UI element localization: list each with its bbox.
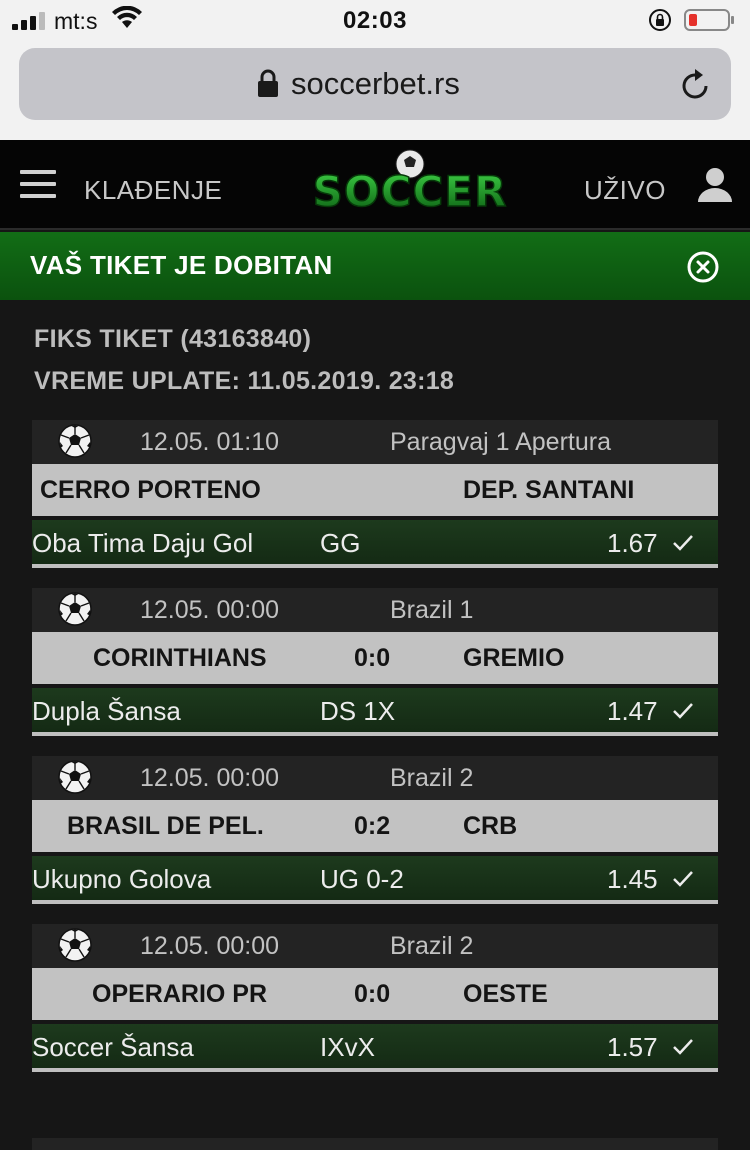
home-team: CERRO PORTENO — [40, 476, 261, 504]
match-score: 0:0 — [354, 644, 391, 672]
match-score: 0:2 — [354, 812, 391, 840]
match-teams: BRASIL DE PEL. 0:2 CRB — [32, 800, 718, 852]
match-teams: CORINTHIANS 0:0 GREMIO — [32, 632, 718, 684]
match-teams: OPERARIO PR 0:0 OESTE — [32, 968, 718, 1020]
hamburger-icon[interactable] — [20, 170, 56, 198]
soccer-ball-icon — [56, 758, 94, 796]
home-team: CORINTHIANS — [93, 644, 267, 672]
battery-low-icon — [684, 9, 734, 31]
soccer-ball-icon — [56, 926, 94, 964]
away-team: CRB — [463, 812, 518, 840]
soccer-logo[interactable]: SOCCER — [302, 148, 518, 220]
match-item: 12.05. 00:00 Brazil 2 OPERARIO PR 0:0 OE… — [32, 924, 718, 1076]
match-league: Brazil 2 — [390, 764, 474, 792]
nav-betting-link[interactable]: KLAĐENJE — [84, 175, 222, 206]
away-team: OESTE — [463, 980, 548, 1008]
match-header: 12.05. 00:00 Brazil 2 — [32, 756, 718, 800]
next-section-edge — [32, 1138, 718, 1150]
banner-title: VAŠ TIKET JE DOBITAN — [30, 250, 333, 280]
url-text[interactable]: soccerbet.rs — [291, 66, 460, 102]
match-score: 0:0 — [354, 980, 391, 1008]
bet-row: Dupla Šansa DS 1X 1.47 — [32, 688, 718, 736]
home-team: BRASIL DE PEL. — [67, 812, 264, 840]
bet-name: Dupla Šansa — [32, 696, 181, 726]
nav-live-link[interactable]: UŽIVO — [584, 175, 666, 206]
match-league: Brazil 1 — [390, 596, 474, 624]
clock: 02:03 — [343, 7, 407, 34]
away-team: GREMIO — [463, 644, 565, 672]
address-bar[interactable]: soccerbet.rs — [19, 48, 731, 120]
lock-icon — [258, 69, 278, 97]
match-item: 12.05. 00:00 Brazil 2 BRASIL DE PEL. 0:2… — [32, 756, 718, 908]
match-teams: CERRO PORTENO DEP. SANTANI — [32, 464, 718, 516]
bet-odd: 1.67 — [607, 528, 658, 558]
bet-code: UG 0-2 — [320, 864, 404, 894]
bet-name: Soccer Šansa — [32, 1032, 194, 1062]
svg-text:SOCCER: SOCCER — [313, 167, 508, 216]
match-datetime: 12.05. 00:00 — [140, 764, 280, 792]
soccer-ball-icon — [56, 422, 94, 460]
bet-code: DS 1X — [320, 696, 396, 726]
match-header: 12.05. 00:00 Brazil 2 — [32, 924, 718, 968]
bet-name: Ukupno Golova — [32, 864, 212, 894]
away-team: DEP. SANTANI — [463, 476, 635, 504]
bet-odd: 1.47 — [607, 696, 658, 726]
match-header: 12.05. 00:00 Brazil 1 — [32, 588, 718, 632]
check-icon — [673, 871, 693, 887]
match-datetime: 12.05. 00:00 — [140, 932, 280, 960]
orientation-lock-icon — [649, 9, 671, 31]
check-icon — [673, 703, 693, 719]
ticket-title: FIKS TIKET (43163840) — [34, 325, 312, 353]
bet-row: Oba Tima Daju Gol GG 1.67 — [32, 520, 718, 568]
bet-code: IXvX — [320, 1032, 375, 1062]
match-datetime: 12.05. 01:10 — [140, 428, 280, 456]
bet-code: GG — [320, 528, 361, 558]
match-header: 12.05. 01:10 Paragvaj 1 Apertura — [32, 420, 718, 464]
bet-odd: 1.57 — [607, 1032, 658, 1062]
match-item: 12.05. 01:10 Paragvaj 1 Apertura CERRO P… — [32, 420, 718, 572]
match-item: 12.05. 00:00 Brazil 1 CORINTHIANS 0:0 GR… — [32, 588, 718, 740]
browser-chrome: soccerbet.rs — [0, 44, 750, 140]
bet-row: Soccer Šansa IXvX 1.57 — [32, 1024, 718, 1072]
bet-name: Oba Tima Daju Gol — [32, 528, 254, 558]
home-team: OPERARIO PR — [92, 980, 268, 1008]
status-bar: mt:s 02:03 — [0, 0, 750, 44]
reload-icon[interactable] — [679, 66, 713, 102]
bet-row: Ukupno Golova UG 0-2 1.45 — [32, 856, 718, 904]
match-league: Paragvaj 1 Apertura — [390, 428, 611, 456]
match-league: Brazil 2 — [390, 932, 474, 960]
soccer-ball-icon — [56, 590, 94, 628]
site-header: KLAĐENJE SOCCER UŽIVO — [0, 140, 750, 230]
user-icon[interactable] — [696, 166, 734, 204]
check-icon — [673, 535, 693, 551]
check-icon — [673, 1039, 693, 1055]
bet-odd: 1.45 — [607, 864, 658, 894]
ticket-payment-time: VREME UPLATE: 11.05.2019. 23:18 — [34, 367, 455, 395]
close-circle-icon[interactable] — [686, 250, 720, 284]
match-datetime: 12.05. 00:00 — [140, 596, 280, 624]
winning-ticket-banner: VAŠ TIKET JE DOBITAN — [0, 232, 750, 300]
